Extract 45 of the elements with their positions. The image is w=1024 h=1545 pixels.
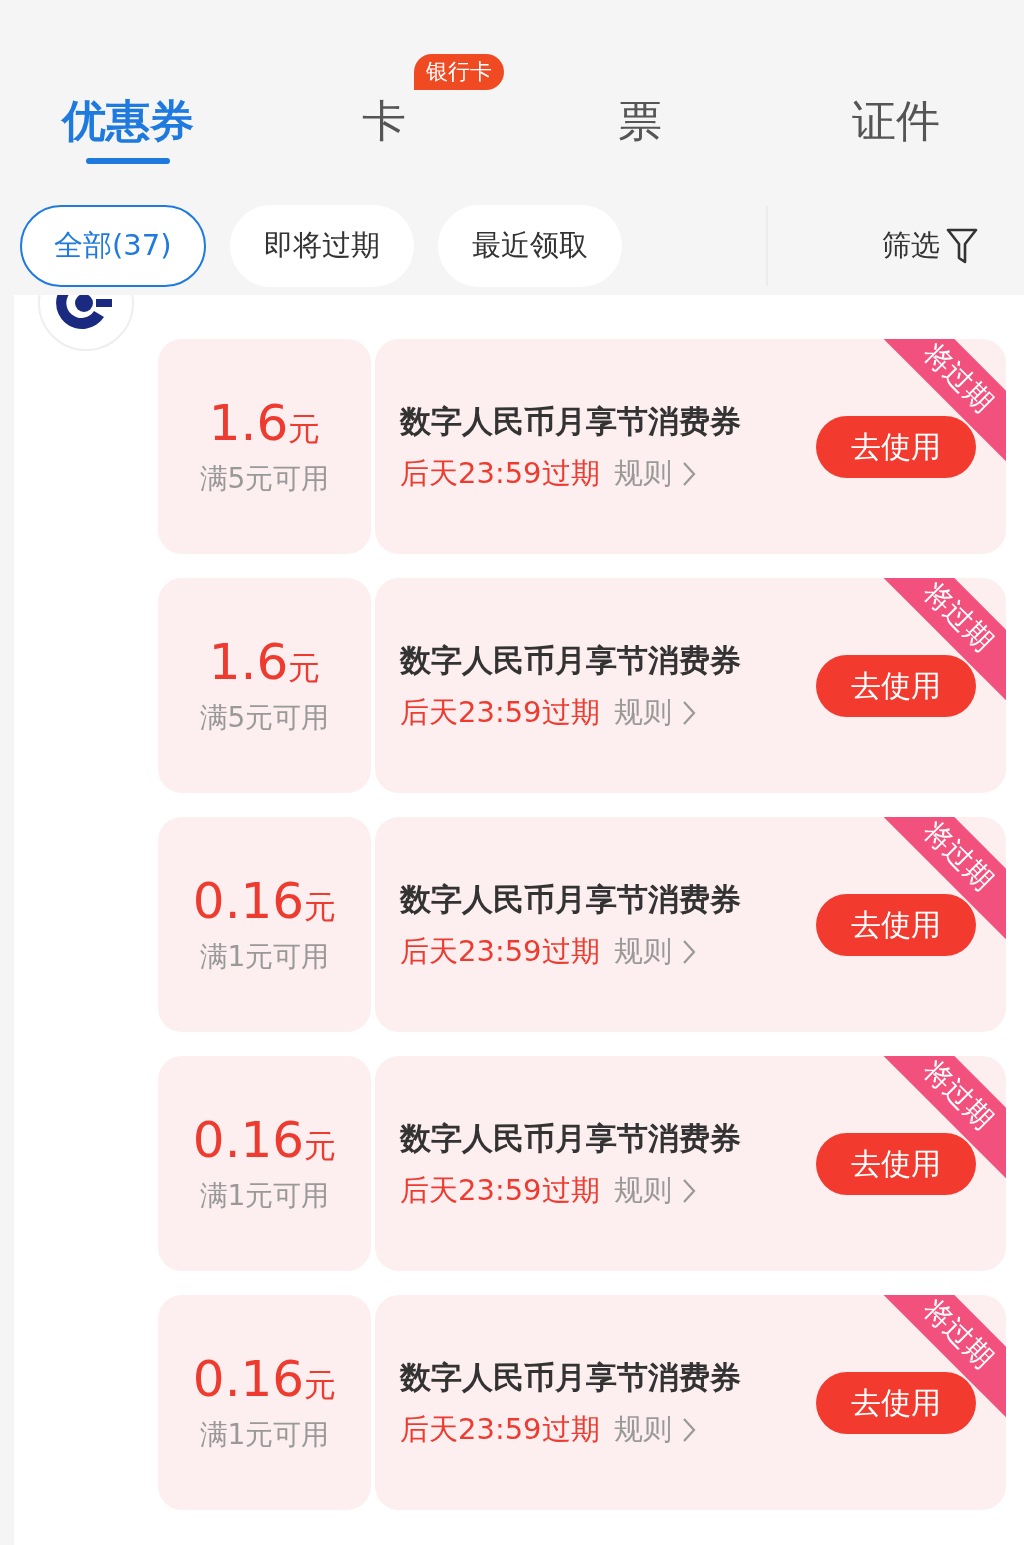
chevron-right-icon [681,938,696,965]
expiry-text: 后天23:59过期 [400,1172,600,1209]
use-button[interactable]: 去使用 [816,654,976,717]
chevron-right-icon [681,460,696,487]
expiry-text: 后天23:59过期 [400,694,600,731]
tab[interactable]: 卡 [362,62,406,180]
rules-link[interactable]: 规则 [613,1408,672,1452]
rules-link[interactable]: 规则 [613,930,672,974]
use-button[interactable]: 去使用 [816,893,976,956]
filter-icon [946,227,978,265]
use-button[interactable]: 去使用 [816,1132,976,1195]
coupon-condition: 满1元可用 [199,1416,330,1453]
filter-chip[interactable]: 最近领取 [437,205,622,287]
rules-link[interactable]: 规则 [613,691,672,735]
filter-chip[interactable]: 全部(37) [20,205,206,287]
coupon-title: 数字人民币月享节消费券 [400,879,741,919]
tab[interactable]: 票 [618,62,662,180]
coupon-condition: 满5元可用 [199,460,330,497]
chevron-right-icon [681,699,696,726]
coupon-amount: 1.6元 [208,632,321,693]
expiry-text: 后天23:59过期 [400,455,600,492]
coupon-title: 数字人民币月享节消费券 [400,1357,741,1397]
coupon-amount: 0.16元 [192,1349,337,1410]
coupon-amount: 0.16元 [192,1110,337,1171]
use-button[interactable]: 去使用 [816,415,976,478]
chevron-right-icon [681,1416,696,1443]
rules-link[interactable]: 规则 [613,452,672,496]
coupon-condition: 满1元可用 [199,1177,330,1214]
expiry-text: 后天23:59过期 [400,933,600,970]
coupon-condition: 满1元可用 [199,938,330,975]
coupon-title: 数字人民币月享节消费券 [400,1118,741,1158]
tab-badge: 银行卡 [414,54,504,90]
tab[interactable]: 优惠券 [62,62,194,180]
filter-chip[interactable]: 即将过期 [229,205,414,287]
filter-button[interactable]: 筛选 [876,223,984,269]
use-button[interactable]: 去使用 [816,1371,976,1434]
chevron-right-icon [681,1177,696,1204]
coupon-title: 数字人民币月享节消费券 [400,401,741,441]
coupon-amount: 1.6元 [208,393,321,454]
tab[interactable]: 证件 [852,62,940,180]
expiry-text: 后天23:59过期 [400,1411,600,1448]
rules-link[interactable]: 规则 [613,1169,672,1213]
coupon-title: 数字人民币月享节消费券 [400,640,741,680]
coupon-amount: 0.16元 [192,871,337,932]
coupon-condition: 满5元可用 [199,699,330,736]
